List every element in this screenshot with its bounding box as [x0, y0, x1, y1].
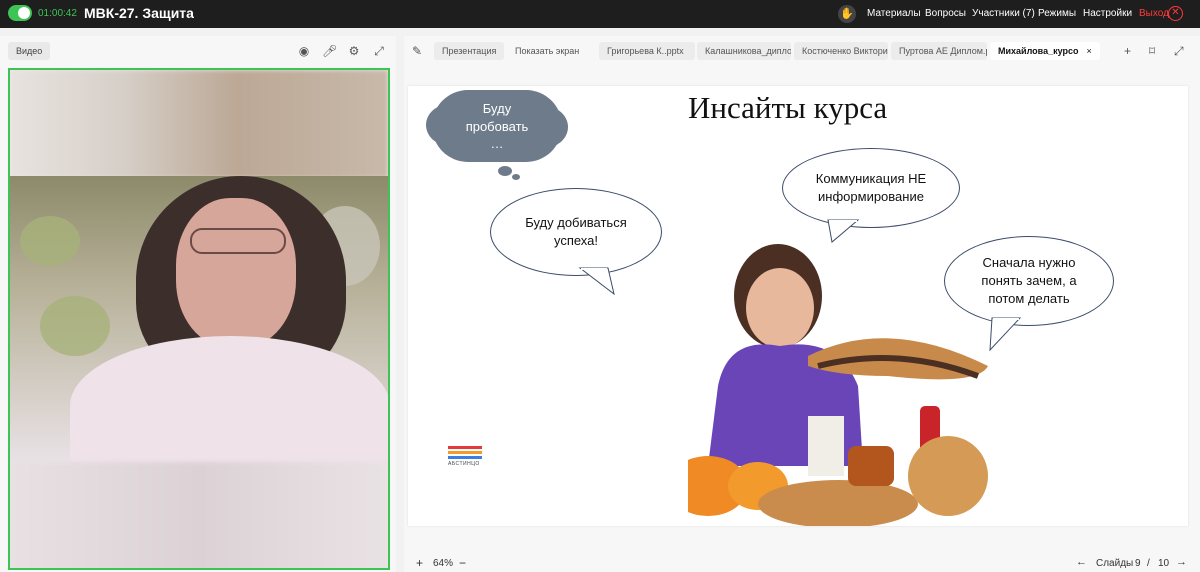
- logo-text: АБСТИНЦО: [448, 461, 480, 467]
- logo-stripe: [448, 456, 482, 459]
- participant-face: [176, 198, 296, 348]
- bookmark-icon[interactable]: ⌑: [1149, 44, 1155, 58]
- tab-file-purtova[interactable]: Пуртова АЕ Диплом.р: [891, 42, 987, 60]
- cloud-dot: [498, 166, 512, 176]
- tab-label: Михайлова_курсо: [998, 46, 1079, 56]
- close-icon[interactable]: ✕: [1168, 6, 1183, 21]
- add-icon[interactable]: +: [1124, 44, 1131, 58]
- participant-hoodie: [70, 336, 388, 476]
- next-slide-icon[interactable]: →: [1176, 556, 1187, 568]
- background-plant: [40, 296, 110, 356]
- menu-participants[interactable]: Участники (7): [972, 8, 1035, 19]
- slides-label: Слайды: [1096, 558, 1134, 569]
- presentation-tabbar: ✎ Презентация Показать экран Григорьева …: [404, 36, 1200, 66]
- participant-glasses: [190, 228, 286, 254]
- total-slides: 10: [1158, 558, 1170, 569]
- toggle-knob: [18, 7, 30, 19]
- video-tab[interactable]: Видео: [8, 42, 51, 60]
- tab-file-mikhailova[interactable]: Михайлова_курсо ×: [990, 42, 1100, 60]
- expand-icon[interactable]: ⤢: [372, 44, 386, 58]
- cloud-dot: [512, 174, 520, 180]
- video-frame: [10, 176, 388, 476]
- menu-settings[interactable]: Настройки: [1083, 8, 1132, 19]
- image-jam-jar: [848, 446, 894, 486]
- pen-icon[interactable]: ✎: [412, 44, 422, 58]
- logo-stripe: [448, 451, 482, 454]
- image-croissants: [908, 436, 988, 516]
- menu-modes[interactable]: Режимы: [1038, 8, 1076, 19]
- participant-video[interactable]: [8, 68, 390, 570]
- slide-separator: /: [1147, 558, 1150, 569]
- video-blur-top: [10, 70, 388, 178]
- speech-bubble-success: Буду добиваться успеха!: [490, 188, 662, 276]
- current-slide-number: 9: [1135, 558, 1141, 569]
- prev-slide-icon[interactable]: ←: [1076, 556, 1087, 568]
- microphone-icon[interactable]: 🎤︎: [322, 44, 337, 58]
- background-plant: [20, 216, 80, 266]
- logo-stripe: [448, 446, 482, 449]
- company-logo: АБСТИНЦО: [448, 446, 482, 472]
- zoom-level: 64%: [433, 558, 454, 569]
- gear-icon[interactable]: ⚙: [347, 44, 361, 58]
- tab-presentation[interactable]: Презентация: [434, 42, 505, 60]
- image-face: [746, 268, 814, 348]
- menu-questions[interactable]: Вопросы: [925, 8, 966, 19]
- menu-materials[interactable]: Материалы: [867, 8, 921, 19]
- bubble-tail: [989, 317, 1022, 352]
- expand-icon[interactable]: ⤢: [1174, 44, 1184, 59]
- close-tab-icon[interactable]: ×: [1087, 46, 1092, 56]
- slide-title: Инсайты курса: [688, 90, 888, 125]
- zoom-in-icon[interactable]: +: [416, 556, 423, 570]
- bubble-tail: [578, 267, 615, 296]
- cloud-text: Буду пробовать …: [465, 101, 529, 152]
- person-with-food-image: [688, 244, 988, 526]
- recording-toggle[interactable]: [8, 5, 32, 21]
- video-blur-bottom: [10, 462, 388, 568]
- session-timer: 01:00:42: [38, 8, 77, 19]
- tab-file-kostyuchenko[interactable]: Костюченко Виктори: [794, 42, 888, 60]
- tab-file-kalashnikova[interactable]: Калашникова_дипло: [697, 42, 791, 60]
- image-cup: [808, 416, 844, 476]
- presentation-footer: + 64% − ← Слайды 9 / 10 →: [404, 556, 1200, 572]
- tab-show-screen[interactable]: Показать экран: [507, 42, 587, 60]
- tab-file-grigorieva[interactable]: Григорьева К..pptx: [599, 42, 695, 60]
- exit-button[interactable]: Выход: [1139, 8, 1169, 19]
- presentation-slide: Инсайты курса Буду пробовать … Буду доби…: [408, 86, 1188, 526]
- raise-hand-icon[interactable]: ✋: [838, 5, 856, 23]
- thought-cloud: Буду пробовать …: [426, 90, 568, 162]
- speech-bubble-communication: Коммуникация НЕ информирование: [782, 148, 960, 228]
- zoom-out-icon[interactable]: −: [459, 556, 466, 570]
- video-panel: Видео ◉ 🎤︎ ⚙ ⤢: [0, 36, 396, 572]
- camera-icon[interactable]: ◉: [297, 44, 311, 58]
- presentation-panel: ✎ Презентация Показать экран Григорьева …: [404, 36, 1200, 572]
- meeting-title: МВК-27. Защита: [84, 5, 194, 21]
- image-pastries: [758, 480, 918, 526]
- top-bar: 01:00:42 МВК-27. Защита ✋ Материалы Вопр…: [0, 0, 1200, 28]
